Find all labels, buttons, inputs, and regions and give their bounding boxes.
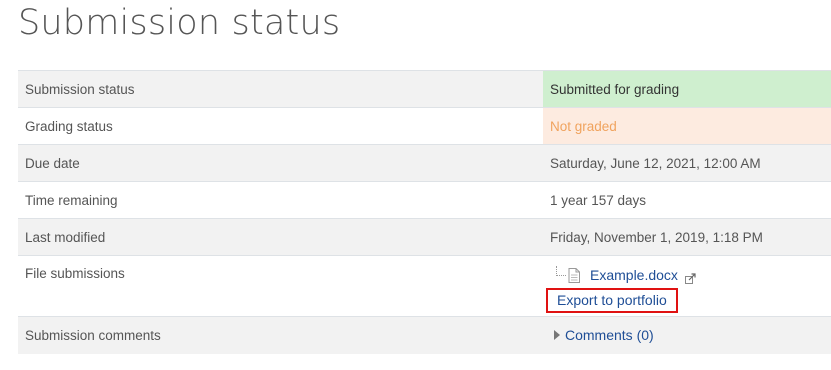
row-label: Last modified: [18, 218, 543, 256]
file-submissions-cell: Example.docx Export to portfolio: [543, 255, 831, 317]
row-label: Time remaining: [18, 181, 543, 219]
row-label: Submission comments: [18, 316, 543, 354]
table-row-time-remaining: Time remaining 1 year 157 days: [18, 181, 831, 219]
file-tree-item: Example.docx: [556, 266, 824, 284]
export-highlight-box: Export to portfolio: [546, 288, 678, 313]
submission-status-table: Submission status Submitted for grading …: [18, 70, 831, 354]
grading-status-value: Not graded: [543, 107, 831, 145]
export-to-portfolio-link[interactable]: Export to portfolio: [557, 292, 667, 308]
time-remaining-value: 1 year 157 days: [543, 181, 831, 219]
caret-right-icon: [554, 330, 560, 341]
submission-status-page: Submission status Submission status Subm…: [0, 0, 831, 370]
table-row-file-submissions: File submissions Example.docx Export to …: [18, 255, 831, 317]
submission-status-value: Submitted for grading: [543, 70, 831, 108]
table-row-submission-status: Submission status Submitted for grading: [18, 70, 831, 108]
row-label: Due date: [18, 144, 543, 182]
submission-comments-cell: Comments (0): [543, 316, 831, 354]
tree-branch-connector: [556, 266, 566, 276]
file-link[interactable]: Example.docx: [590, 267, 678, 283]
comments-toggle[interactable]: Comments (0): [554, 327, 654, 343]
table-row-due-date: Due date Saturday, June 12, 2021, 12:00 …: [18, 144, 831, 182]
row-label: Grading status: [18, 107, 543, 145]
table-row-last-modified: Last modified Friday, November 1, 2019, …: [18, 218, 831, 256]
comments-link[interactable]: Comments (0): [565, 327, 654, 343]
row-label: Submission status: [18, 70, 543, 108]
row-label: File submissions: [18, 255, 543, 317]
table-row-submission-comments: Submission comments Comments (0): [18, 316, 831, 354]
page-title: Submission status: [18, 3, 341, 43]
portfolio-export-icon[interactable]: [684, 272, 696, 284]
last-modified-value: Friday, November 1, 2019, 1:18 PM: [543, 218, 831, 256]
document-icon: [568, 267, 580, 283]
table-row-grading-status: Grading status Not graded: [18, 107, 831, 145]
due-date-value: Saturday, June 12, 2021, 12:00 AM: [543, 144, 831, 182]
